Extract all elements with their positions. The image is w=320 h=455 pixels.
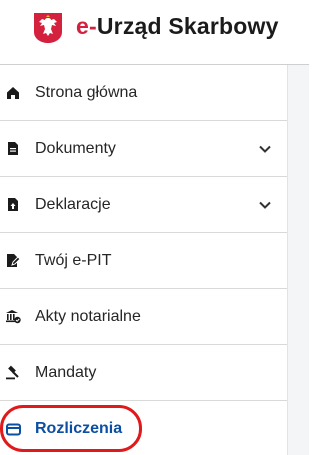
sidebar-item-label: Dokumenty xyxy=(35,139,116,157)
sidebar-nav: Strona główna Dokumenty Deklaracje Twój … xyxy=(0,65,287,455)
notary-building-icon xyxy=(5,309,21,325)
highlight-annotation xyxy=(0,405,142,452)
sidebar-item-e-pit[interactable]: Twój e-PIT xyxy=(0,233,287,289)
app-header: e-Urząd Skarbowy xyxy=(0,0,309,64)
sidebar-item-declarations[interactable]: Deklaracje xyxy=(0,177,287,233)
app-title-prefix: e- xyxy=(76,13,97,39)
sidebar-item-fines[interactable]: Mandaty xyxy=(0,345,287,401)
app-title-main: Urząd Skarbowy xyxy=(96,13,279,39)
chevron-down-icon[interactable] xyxy=(258,198,272,212)
document-icon xyxy=(5,141,21,157)
polish-eagle-emblem-icon xyxy=(34,13,62,43)
content-area-edge xyxy=(287,65,309,455)
sidebar-item-label: Deklaracje xyxy=(35,195,111,213)
chevron-down-icon[interactable] xyxy=(258,142,272,156)
gavel-icon xyxy=(5,365,21,381)
app-title[interactable]: e-Urząd Skarbowy xyxy=(76,13,279,40)
sidebar-item-label: Mandaty xyxy=(35,363,97,381)
sidebar-item-label: Strona główna xyxy=(35,83,138,101)
sidebar-item-label: Akty notarialne xyxy=(35,307,141,325)
sidebar-item-home[interactable]: Strona główna xyxy=(0,65,287,121)
document-edit-icon xyxy=(5,253,21,269)
sidebar-item-documents[interactable]: Dokumenty xyxy=(0,121,287,177)
sidebar-item-notarial-deeds[interactable]: Akty notarialne xyxy=(0,289,287,345)
sidebar-item-label: Twój e-PIT xyxy=(35,251,112,269)
home-icon xyxy=(5,85,21,101)
declaration-upload-icon xyxy=(5,197,21,213)
